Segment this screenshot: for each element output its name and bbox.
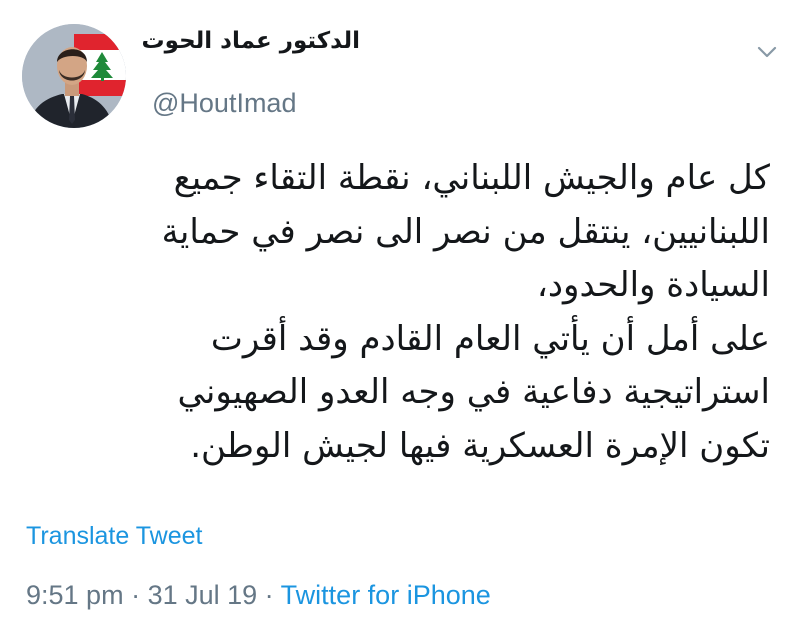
tweet-menu-button[interactable] — [752, 40, 782, 64]
tweet-text-line: استراتيجية دفاعية في وجه العدو الصهيوني — [177, 372, 770, 412]
tweet-text-line: السيادة والحدود، — [536, 265, 770, 305]
tweet-date[interactable]: 31 Jul 19 — [148, 580, 258, 610]
avatar[interactable] — [22, 24, 126, 128]
tweet-text: كل عام والجيش اللبناني، نقطة التقاء جميع… — [50, 152, 770, 473]
tweet-text-line: تكون الإمرة العسكرية فيها لجيش الوطن. — [190, 425, 770, 466]
tweet-text-line: كل عام والجيش اللبناني، نقطة التقاء جميع — [173, 158, 770, 198]
meta-separator: · — [257, 580, 281, 610]
chevron-down-icon — [757, 46, 777, 58]
tweet-time[interactable]: 9:51 pm — [26, 580, 124, 610]
author-handle[interactable]: @HoutImad — [152, 88, 296, 119]
tweet-source-link[interactable]: Twitter for iPhone — [281, 580, 491, 610]
translate-tweet-link[interactable]: Translate Tweet — [26, 522, 202, 551]
tweet-text-line: اللبنانيين، ينتقل من نصر الى نصر في حماي… — [161, 211, 770, 252]
tweet: الدكتور عماد الحوت @HoutImad كل عام والج… — [0, 0, 800, 637]
tweet-meta: 9:51 pm · 31 Jul 19 · Twitter for iPhone — [26, 580, 491, 611]
meta-separator: · — [123, 580, 148, 610]
profile-photo — [22, 24, 126, 128]
tweet-text-line: على أمل أن يأتي العام القادم وقد أقرت — [210, 318, 770, 359]
author-display-name[interactable]: الدكتور عماد الحوت — [142, 28, 360, 54]
